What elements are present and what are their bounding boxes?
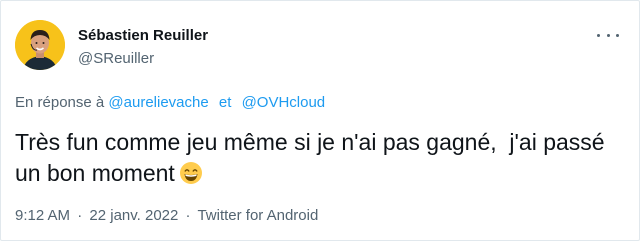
avatar-portrait-icon: [15, 20, 65, 70]
author-handle[interactable]: @SReuiller: [78, 49, 208, 68]
mention-link-aurelievache[interactable]: @aurelievache: [108, 94, 208, 111]
more-dot-icon: [616, 33, 619, 37]
tweet-text: Très fun comme jeu même si je n'ai pas g…: [15, 127, 615, 193]
tweet-time[interactable]: 9:12 AM: [15, 207, 70, 224]
avatar[interactable]: [15, 20, 65, 70]
tweet-source[interactable]: Twitter for Android: [197, 207, 318, 224]
reply-prefix: En réponse à: [15, 94, 105, 111]
tweet-body: Très fun comme jeu même si je n'ai pas g…: [15, 129, 611, 186]
tweet-date[interactable]: 22 janv. 2022: [89, 207, 178, 224]
meta-separator: ·: [185, 207, 191, 224]
author-block: Sébastien Reuiller @SReuiller: [78, 26, 208, 68]
more-dot-icon: [597, 33, 600, 37]
meta-separator: ·: [77, 207, 83, 224]
tweet-metadata: 9:12 AM · 22 janv. 2022 · Twitter for An…: [15, 207, 318, 225]
more-dot-icon: [606, 33, 610, 37]
grinning-face-emoji-icon: [179, 161, 203, 193]
more-options-icon[interactable]: [597, 28, 619, 42]
mention-link-ovhcloud[interactable]: @OVHcloud: [242, 94, 326, 111]
reply-context: En réponse à @aurelievache et @OVHcloud: [15, 94, 325, 112]
author-name[interactable]: Sébastien Reuiller: [78, 26, 208, 45]
reply-separator: et: [218, 94, 232, 111]
tweet-card: Sébastien Reuiller @SReuiller En réponse…: [0, 0, 640, 241]
